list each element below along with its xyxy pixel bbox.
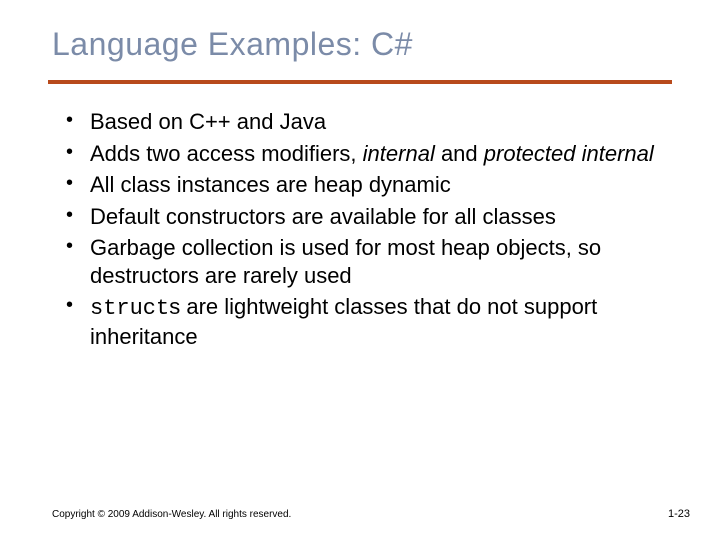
page-number: 1-23 [668,508,690,520]
italic-term: internal [363,141,435,166]
bullet-list: Based on C++ and Java Adds two access mo… [62,108,662,350]
copyright-text: Copyright © 2009 Addison-Wesley. All rig… [52,509,291,520]
bullet-item: Adds two access modifiers, internal and … [62,140,662,168]
bullet-text: Default constructors are available for a… [90,204,556,229]
bullet-item: Default constructors are available for a… [62,203,662,231]
slide-title: Language Examples: C# [52,26,413,63]
title-underline [48,80,672,84]
bullet-item: Garbage collection is used for most heap… [62,234,662,289]
bullet-text: Garbage collection is used for most heap… [90,235,601,288]
slide: Language Examples: C# Based on C++ and J… [0,0,720,540]
code-term: struct [90,296,169,321]
bullet-text: Adds two access modifiers, [90,141,363,166]
bullet-text: and [435,141,484,166]
italic-term: protected internal [484,141,654,166]
bullet-item: Based on C++ and Java [62,108,662,136]
bullet-text: Based on C++ and Java [90,109,326,134]
bullet-item: All class instances are heap dynamic [62,171,662,199]
bullet-text: All class instances are heap dynamic [90,172,451,197]
slide-body: Based on C++ and Java Adds two access mo… [62,108,662,354]
bullet-item: structs are lightweight classes that do … [62,293,662,350]
